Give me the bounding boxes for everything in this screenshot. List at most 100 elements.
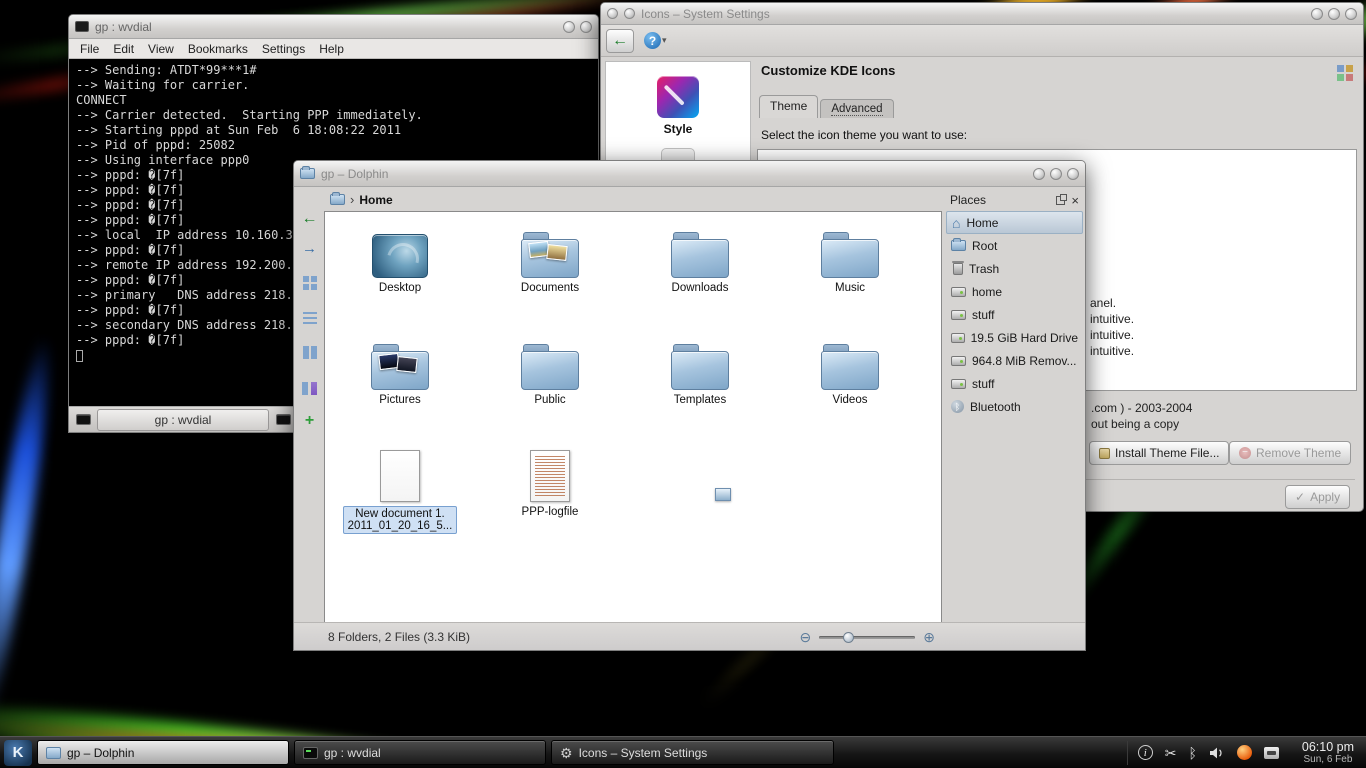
folder-item-pictures[interactable]: Pictures [325, 332, 475, 406]
package-icon [1099, 448, 1110, 459]
kde-menu-button[interactable]: K [4, 740, 32, 766]
places-item-stuff[interactable]: stuff [946, 303, 1083, 326]
documents-folder-icon [521, 230, 579, 278]
add-button[interactable]: + [298, 409, 321, 432]
back-button[interactable]: ← [298, 207, 321, 230]
device-notifier-icon[interactable] [1264, 747, 1279, 759]
settings-tabs: Theme Advanced [759, 95, 894, 118]
minimize-button[interactable] [1033, 168, 1045, 180]
terminal-tab[interactable]: gp : wvdial [97, 409, 269, 431]
bluetooth-icon[interactable]: ᛒ [1188, 746, 1196, 760]
on-all-desktops-button[interactable] [624, 8, 635, 19]
drive-icon [951, 333, 965, 343]
places-item-stuff2[interactable]: stuff [946, 372, 1083, 395]
instruction-text: Select the icon theme you want to use: [761, 128, 967, 142]
clock[interactable]: 06:10 pm Sun, 6 Feb [1302, 740, 1354, 766]
help-button[interactable]: ? ▾ [644, 32, 667, 49]
folder-item-music[interactable]: Music [775, 220, 925, 294]
zoom-in-icon[interactable]: ⊕ [923, 630, 935, 644]
details-view-icon [303, 312, 317, 325]
drive-icon [951, 287, 966, 297]
back-button[interactable]: ← [606, 29, 634, 53]
remove-theme-button[interactable]: − Remove Theme [1229, 441, 1351, 465]
style-category-label: Style [664, 122, 693, 136]
forward-button[interactable]: → [298, 237, 321, 260]
volume-icon[interactable] [1209, 746, 1225, 760]
tab-advanced[interactable]: Advanced [820, 99, 893, 118]
terminal-titlebar[interactable]: gp : wvdial [69, 15, 598, 39]
places-item-root[interactable]: Root [946, 234, 1083, 257]
theme-list-fragment: intuitive. [1090, 344, 1134, 358]
klipper-scissors-icon[interactable]: ✂ [1165, 746, 1177, 760]
places-item-trash[interactable]: Trash [946, 257, 1083, 280]
file-item-ppp-logfile[interactable]: PPP-logfile [475, 444, 625, 534]
columns-view-icon [303, 346, 317, 359]
places-item-bluetooth[interactable]: ᛒ Bluetooth [946, 395, 1083, 418]
maximize-button[interactable] [1050, 168, 1062, 180]
terminal-icon [303, 747, 318, 759]
places-item-removable[interactable]: 964.8 MiB Remov... [946, 349, 1083, 372]
file-item-new-document[interactable]: New document 1. 2011_01_20_16_5... [325, 444, 475, 534]
menu-bookmarks[interactable]: Bookmarks [181, 42, 255, 56]
menu-file[interactable]: File [73, 42, 106, 56]
desktop: gp : wvdial File Edit View Bookmarks Set… [0, 0, 1366, 768]
folder-icon [671, 230, 729, 278]
style-category-icon[interactable] [657, 76, 699, 118]
close-panel-icon[interactable]: × [1071, 194, 1079, 207]
home-icon: ⌂ [952, 216, 960, 230]
maximize-button[interactable] [1328, 8, 1340, 20]
folder-item-public[interactable]: Public [475, 332, 625, 406]
task-dolphin[interactable]: gp – Dolphin [37, 740, 289, 765]
terminal-line: --> Starting pppd at Sun Feb 6 18:08:22 … [76, 123, 591, 138]
apply-button[interactable]: ✓ Apply [1285, 485, 1350, 509]
install-theme-button[interactable]: Install Theme File... [1089, 441, 1229, 465]
split-view-button[interactable] [298, 377, 321, 400]
pictures-folder-icon [371, 342, 429, 390]
folder-item-documents[interactable]: Documents [475, 220, 625, 294]
dolphin-titlebar[interactable]: gp – Dolphin [294, 161, 1085, 187]
breadcrumb-home[interactable]: Home [359, 193, 392, 207]
menu-view[interactable]: View [141, 42, 181, 56]
task-terminal[interactable]: gp : wvdial [294, 740, 546, 765]
close-button[interactable] [580, 21, 592, 33]
folder-item-downloads[interactable]: Downloads [625, 220, 775, 294]
location-icon[interactable] [330, 194, 345, 205]
updates-icon[interactable] [1237, 745, 1252, 760]
tab-theme[interactable]: Theme [759, 95, 818, 118]
chevron-down-icon: ▾ [662, 35, 667, 46]
dolphin-app-icon [300, 168, 315, 179]
menu-edit[interactable]: Edit [106, 42, 141, 56]
status-text: 8 Folders, 2 Files (3.3 KiB) [328, 630, 470, 644]
details-view-button[interactable] [298, 307, 321, 330]
places-panel-header[interactable]: Places × [946, 189, 1083, 211]
menu-help[interactable]: Help [312, 42, 351, 56]
folder-item-templates[interactable]: Templates [625, 332, 775, 406]
new-tab-button[interactable] [71, 409, 95, 431]
places-item-home[interactable]: ⌂ Home [946, 211, 1083, 234]
close-button[interactable] [1067, 168, 1079, 180]
zoom-out-icon[interactable]: ⊖ [800, 630, 812, 644]
folder-item-desktop[interactable]: Desktop [325, 220, 475, 294]
settings-titlebar[interactable]: Icons – System Settings [601, 3, 1363, 25]
notifications-icon[interactable]: i [1138, 745, 1153, 760]
places-item-home2[interactable]: home [946, 280, 1083, 303]
menu-settings[interactable]: Settings [255, 42, 312, 56]
task-system-settings[interactable]: ⚙ Icons – System Settings [551, 740, 834, 765]
columns-view-button[interactable] [298, 341, 321, 364]
help-icon: ? [644, 32, 661, 49]
folder-item-videos[interactable]: Videos [775, 332, 925, 406]
close-tab-button[interactable] [271, 409, 295, 431]
minimize-button[interactable] [1311, 8, 1323, 20]
settings-title: Icons – System Settings [641, 7, 770, 21]
places-item-hard-drive[interactable]: 19.5 GiB Hard Drive [946, 326, 1083, 349]
folder-view[interactable]: Desktop Documents Downloads Music [324, 211, 942, 623]
window-menu-button[interactable] [607, 8, 618, 19]
detach-panel-icon[interactable] [1056, 196, 1065, 205]
zoom-slider[interactable] [819, 631, 915, 643]
minimize-button[interactable] [563, 21, 575, 33]
icon-view-button[interactable] [1335, 63, 1355, 83]
zoom-slider-handle[interactable] [843, 632, 854, 643]
close-button[interactable] [1345, 8, 1357, 20]
terminal-app-icon [75, 21, 89, 32]
icons-view-button[interactable] [298, 271, 321, 294]
